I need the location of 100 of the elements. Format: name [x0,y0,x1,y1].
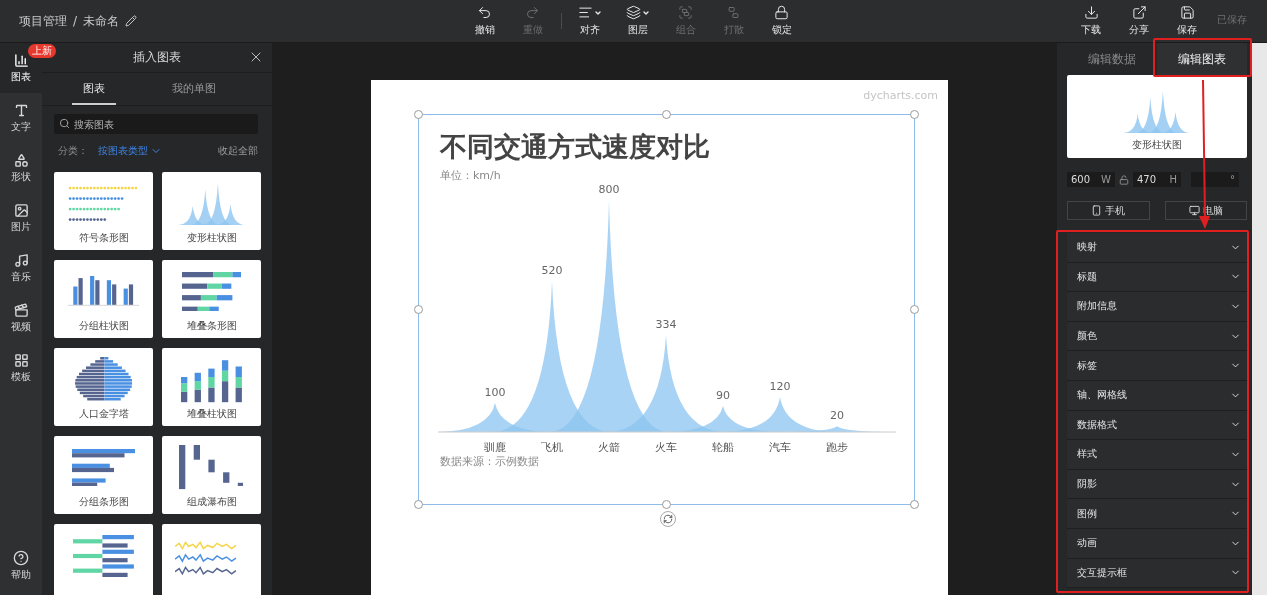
chart-card[interactable]: 堆叠条形图 [162,260,261,338]
settings-section[interactable]: 附加信息 [1067,292,1247,322]
data-label: 800 [598,183,620,196]
resize-handle[interactable] [910,500,919,509]
data-label: 120 [769,380,791,394]
height-field[interactable]: 470 H [1133,172,1181,187]
tab[interactable]: 图表 [72,73,116,105]
tab[interactable]: 我的单图 [172,73,216,105]
music-note-icon [13,252,29,268]
sidebar-item[interactable]: 模板 [0,343,42,393]
chart-thumbnail-drawing [68,185,139,222]
settings-section[interactable]: 样式 [1067,440,1247,470]
axis-label: 火箭 [598,441,620,452]
rotate-handle[interactable] [660,511,676,527]
chart-card[interactable]: 人口金字塔 [54,348,153,426]
resize-handle[interactable] [414,305,423,314]
save-status: 已保存 [1217,13,1247,27]
chart-card[interactable]: 分组条形图 [54,436,153,514]
lock-icon[interactable] [1119,174,1129,185]
resize-handle[interactable] [662,500,671,509]
template-icon [13,352,29,368]
settings-section[interactable]: 动画 [1067,528,1247,559]
toolbar-button[interactable]: 图层 [613,5,662,37]
shapes-icon [13,152,29,168]
chart-thumbnail-drawing [181,271,242,312]
sidebar-item[interactable]: 视频 [0,293,42,343]
settings-section[interactable]: 图例 [1067,499,1247,529]
brand-watermark: dycharts.com [863,89,938,102]
toolbar-button[interactable]: 分享 [1115,5,1163,37]
chart-name: 符号条形图 [78,232,129,245]
chart-card[interactable]: 变形柱状图 [162,172,261,250]
monitor-icon [1188,205,1200,216]
resize-handle[interactable] [662,110,671,119]
chart-name: 人口金字塔 [78,408,129,421]
pencil-icon[interactable] [125,15,138,27]
resize-handle[interactable] [414,110,423,119]
toolbar-button[interactable]: 下载 [1067,5,1115,37]
sidebar-item[interactable]: 文字 [0,93,42,143]
chart-card[interactable]: 堆叠柱状图 [162,348,261,426]
resize-handle[interactable] [414,500,423,509]
axis-label: 驯鹿 [484,441,506,452]
chart-card[interactable]: 分组柱状图 [54,260,153,338]
collapse-all-link[interactable]: 收起全部 [218,144,258,158]
toolbar-button[interactable]: 对齐 [565,5,614,37]
resize-handle[interactable] [910,305,919,314]
tab[interactable]: 编辑图表 [1157,43,1247,75]
settings-section[interactable]: 标题 [1067,262,1247,293]
share-icon [1131,5,1147,20]
category-label: 分类： [58,144,88,158]
data-label: 100 [484,386,506,399]
image-icon [13,202,29,218]
settings-section[interactable]: 阴影 [1067,469,1247,500]
settings-section[interactable]: 交互提示框 [1067,558,1247,589]
resize-handle[interactable] [910,110,919,119]
chart-card[interactable] [162,524,261,595]
toolbar-button[interactable]: 撤销 [460,5,509,37]
settings-section[interactable]: 轴、网格线 [1067,380,1247,411]
sidebar-item[interactable]: 音乐 [0,243,42,293]
layers-icon [625,5,641,20]
rotation-field[interactable]: ° [1191,172,1239,187]
settings-section[interactable]: 映射 [1067,233,1247,263]
new-badge: 上新 [28,44,56,58]
toolbar-button[interactable]: 保存 [1163,5,1211,37]
chart-name: 堆叠条形图 [186,320,237,333]
chart-thumbnail-drawing [74,357,133,402]
chart-name: 组成瀑布图 [186,496,237,509]
breadcrumb-link[interactable]: 项目管理 [19,12,67,30]
data-label: 90 [716,388,730,402]
data-label: 20 [830,409,844,423]
width-field[interactable]: 600 W [1067,172,1115,187]
chart-name: 变形柱状图 [186,232,237,245]
help-button[interactable]: 帮助 [0,541,42,591]
ungroup-icon [726,5,741,20]
chart-thumbnail-drawing [73,534,134,577]
chart-name: 分组柱状图 [78,320,129,333]
unit-label: 单位：km/h [440,168,502,183]
chart-card[interactable] [54,524,153,595]
data-label: 520 [541,264,563,278]
breadcrumb-separator: / [73,14,78,28]
settings-section[interactable]: 数据格式 [1067,410,1247,441]
chart-thumbnail-drawing [179,445,244,490]
chart-thumbnail-drawing [72,448,135,487]
axis-label: 火车 [655,441,677,452]
settings-section[interactable]: 标签 [1067,351,1247,381]
chart-card[interactable]: 符号条形图 [54,172,153,250]
sidebar-item[interactable]: 图片 [0,193,42,243]
chart-card[interactable]: 组成瀑布图 [162,436,261,514]
phone-icon [1091,205,1103,216]
device-button[interactable]: 手机 [1067,201,1150,220]
chart-name: 分组条形图 [78,496,129,509]
axis-label: 汽车 [769,441,791,452]
category-dropdown[interactable]: 按图表类型 [98,144,162,158]
chart-title: 不同交通方式速度对比 [440,130,711,164]
search-field[interactable]: 搜索图表 [54,114,258,134]
search-icon [59,118,70,129]
tab[interactable]: 编辑数据 [1067,43,1157,75]
sidebar-item[interactable]: 形状 [0,143,42,193]
chart-name: 堆叠柱状图 [186,408,237,421]
settings-section[interactable]: 颜色 [1067,321,1247,352]
toolbar-button[interactable]: 锁定 [757,5,806,37]
